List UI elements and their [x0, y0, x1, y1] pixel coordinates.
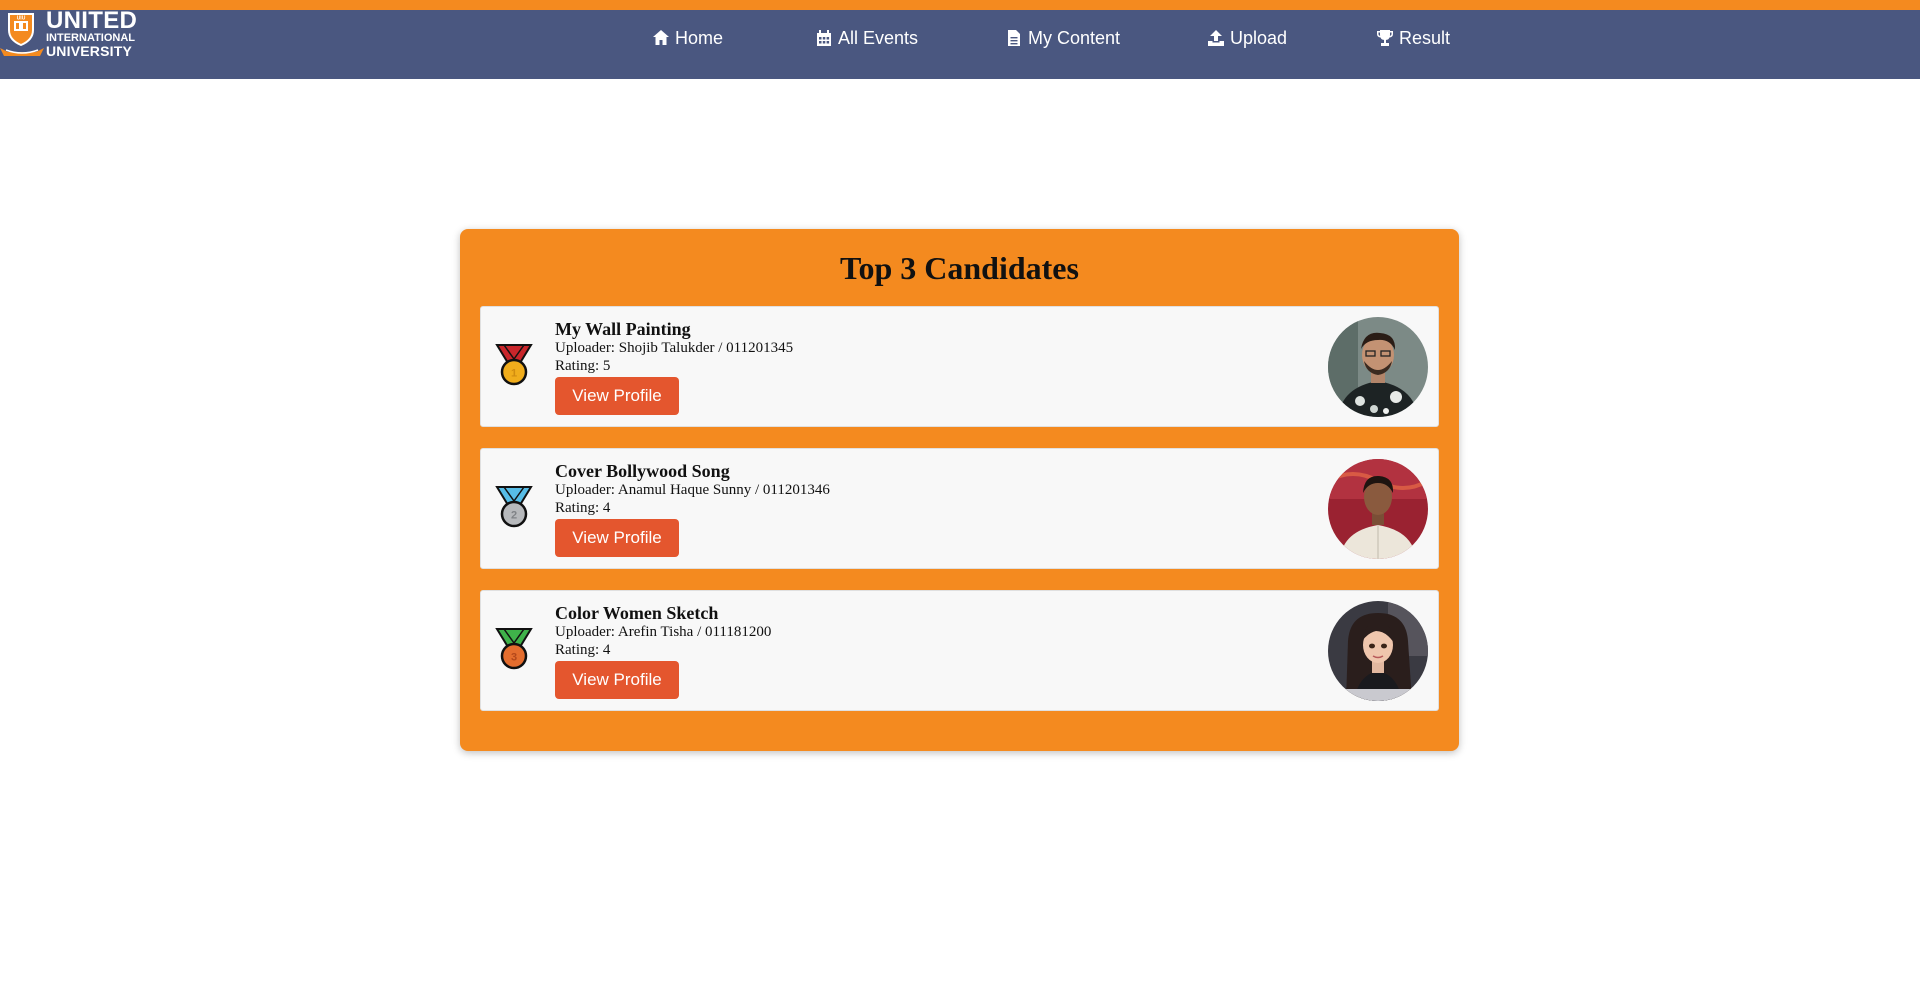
nav-my-content-label: My Content	[1028, 27, 1121, 48]
candidate-info: Color Women Sketch Uploader: Arefin Tish…	[555, 603, 771, 699]
candidate-rating: Rating: 4	[555, 500, 611, 516]
candidate-avatar[interactable]	[1328, 317, 1428, 417]
upload-icon	[1208, 30, 1224, 46]
gold-medal-icon: 1	[495, 344, 533, 386]
crest-icon: UIU	[8, 13, 34, 46]
candidate-avatar[interactable]	[1328, 459, 1428, 559]
svg-text:1: 1	[511, 368, 517, 380]
top-candidates-card: Top 3 Candidates 1 My Wall Painting Uplo…	[460, 229, 1459, 751]
candidate-rating: Rating: 4	[555, 642, 611, 658]
nav-home[interactable]: Home	[652, 27, 723, 49]
main-navbar: UIU UNITED INTERNATIONAL UNIVERSITY Home…	[0, 7, 1920, 79]
candidate-row: 1 My Wall Painting Uploader: Shojib Talu…	[480, 306, 1439, 427]
view-profile-button[interactable]: View Profile	[555, 519, 679, 557]
svg-text:UIU: UIU	[17, 16, 26, 22]
view-profile-button[interactable]: View Profile	[555, 377, 679, 415]
nav-upload[interactable]: Upload	[1207, 27, 1287, 49]
nav-my-content[interactable]: My Content	[1005, 27, 1120, 49]
logo-text-university: UNIVERSITY	[46, 43, 133, 59]
candidate-rating: Rating: 5	[555, 358, 611, 374]
nav-all-events-label: All Events	[838, 27, 919, 48]
card-title: Top 3 Candidates	[840, 250, 1079, 286]
candidate-info: Cover Bollywood Song Uploader: Anamul Ha…	[555, 461, 830, 557]
top-accent-stripe	[0, 0, 1920, 10]
uiu-logo[interactable]: UIU UNITED INTERNATIONAL UNIVERSITY	[0, 7, 138, 62]
profile-photo-icon	[1328, 601, 1428, 701]
candidate-uploader: Uploader: Shojib Talukder / 011201345	[555, 340, 794, 356]
bronze-medal-icon: 3	[495, 628, 533, 670]
candidate-title: Cover Bollywood Song	[555, 461, 730, 481]
home-icon	[653, 30, 669, 45]
profile-photo-icon	[1328, 459, 1428, 559]
nav-result-label: Result	[1399, 27, 1451, 48]
trophy-icon	[1377, 30, 1393, 46]
svg-text:2: 2	[511, 510, 517, 522]
candidate-info: My Wall Painting Uploader: Shojib Talukd…	[555, 319, 793, 415]
nav-home-label: Home	[675, 27, 724, 48]
calendar-icon	[817, 30, 831, 46]
document-icon	[1008, 30, 1020, 46]
view-profile-button[interactable]: View Profile	[555, 661, 679, 699]
candidate-uploader: Uploader: Arefin Tisha / 011181200	[555, 624, 772, 640]
nav-upload-label: Upload	[1230, 27, 1288, 48]
silver-medal-icon: 2	[495, 486, 533, 528]
nav-result[interactable]: Result	[1376, 27, 1450, 49]
profile-photo-icon	[1328, 317, 1428, 417]
candidate-row: 3 Color Women Sketch Uploader: Arefin Ti…	[480, 590, 1439, 711]
ribbon-icon	[0, 48, 44, 56]
candidate-avatar[interactable]	[1328, 601, 1428, 701]
candidate-row: 2 Cover Bollywood Song Uploader: Anamul …	[480, 448, 1439, 569]
svg-text:3: 3	[511, 652, 517, 664]
logo-text-united: UNITED	[46, 7, 138, 34]
candidate-uploader: Uploader: Anamul Haque Sunny / 011201346	[555, 482, 830, 498]
nav-all-events[interactable]: All Events	[815, 27, 918, 49]
candidate-title: Color Women Sketch	[555, 603, 719, 623]
candidate-title: My Wall Painting	[555, 319, 691, 339]
